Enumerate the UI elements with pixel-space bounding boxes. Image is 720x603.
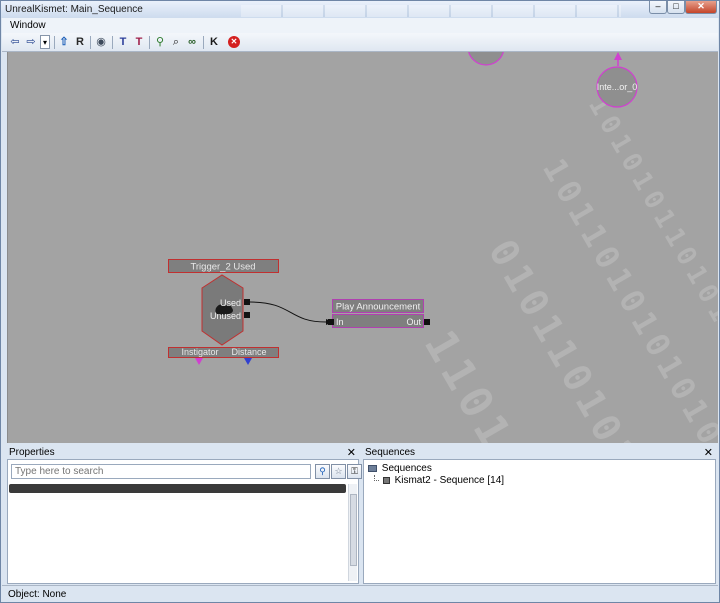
star-icon[interactable]: ☆ xyxy=(331,464,346,479)
properties-title: Properties xyxy=(9,447,55,458)
title-bar[interactable]: UnrealKismet: Main_Sequence – □ ✕ xyxy=(1,1,719,18)
graph-canvas[interactable]: 1010101101010 10110101010101 01011010101… xyxy=(7,52,718,443)
scrollbar-thumb[interactable] xyxy=(350,494,357,566)
sequences-panel-header: Sequences ✕ xyxy=(363,446,716,459)
property-category-bar[interactable] xyxy=(9,484,346,493)
back-icon[interactable]: ⇦ xyxy=(8,35,22,49)
tree-item-label: Kismat2 - Sequence [14] xyxy=(394,475,505,486)
event-node-title: Trigger_2 Used xyxy=(190,262,255,273)
stop-icon[interactable]: ✕ xyxy=(228,36,240,48)
output-connector-unused[interactable] xyxy=(244,312,250,318)
output-label-used: Used xyxy=(220,298,241,308)
toolbar-divider xyxy=(149,36,150,49)
properties-scrollbar[interactable] xyxy=(348,484,357,581)
menu-bar: Window xyxy=(2,18,718,33)
status-text: Object: None xyxy=(8,589,67,600)
close-icon[interactable]: ✕ xyxy=(347,446,356,459)
search-icon[interactable]: ⚲ xyxy=(315,464,330,479)
properties-search-input[interactable] xyxy=(11,464,311,479)
variable-node-partial[interactable] xyxy=(468,52,504,66)
folder-icon xyxy=(368,464,377,472)
parent-sequence-icon[interactable]: ⇧ xyxy=(57,35,71,49)
tree-connector-line xyxy=(374,475,379,481)
variable-node-label: Inte...or_0 xyxy=(597,82,638,92)
tree-item-kismat2[interactable]: Kismat2 - Sequence [14] xyxy=(374,475,504,486)
forward-icon[interactable]: ⇨ xyxy=(24,35,38,49)
action-node-title: Play Announcement xyxy=(336,302,421,313)
rename-icon[interactable]: R xyxy=(73,35,87,49)
sequences-title: Sequences xyxy=(365,447,416,458)
properties-panel: ⚲ ☆ ⚿ xyxy=(7,459,362,584)
graph-svg: Inte...or_0 Trigger_2 Used Used Unused I… xyxy=(168,52,638,366)
window-title: UnrealKismet: Main_Sequence xyxy=(5,4,143,15)
background-taskbar xyxy=(241,5,621,17)
output-label-out: Out xyxy=(406,317,421,327)
menu-window[interactable]: Window xyxy=(10,20,46,31)
variable-label-instigator: Instigator xyxy=(181,347,218,357)
output-connector-out[interactable] xyxy=(424,319,430,325)
variable-connector-instigator[interactable] xyxy=(195,358,203,365)
sequence-icon xyxy=(382,476,390,484)
toolbar-divider xyxy=(90,36,91,49)
history-dropdown-icon[interactable]: ▾ xyxy=(40,35,50,49)
kismet-window: UnrealKismet: Main_Sequence – □ ✕ Window… xyxy=(0,0,720,603)
variable-node-right[interactable]: Inte...or_0 xyxy=(596,52,638,108)
toolbar-divider xyxy=(112,36,113,49)
tree-item-label: Sequences xyxy=(381,463,432,474)
input-connector-in[interactable] xyxy=(328,319,334,325)
close-window-button[interactable]: ✕ xyxy=(685,1,717,14)
status-bar: Object: None xyxy=(2,585,718,602)
sequences-panel: Sequences Kismat2 - Sequence [14] xyxy=(363,459,716,584)
sequence-link[interactable] xyxy=(249,301,327,323)
lock-icon[interactable]: ⚿ xyxy=(347,464,362,479)
variable-connector-distance[interactable] xyxy=(244,358,252,365)
show-connectors-icon[interactable]: T xyxy=(132,35,146,49)
input-label-in: In xyxy=(336,317,344,327)
tree-item-root[interactable]: Sequences xyxy=(368,463,432,474)
kismet-icon[interactable]: K xyxy=(207,35,221,49)
output-connector-used[interactable] xyxy=(244,299,250,305)
search-icon[interactable]: ⚲ xyxy=(153,35,167,49)
variable-label-distance: Distance xyxy=(231,347,266,357)
properties-panel-header: Properties ✕ xyxy=(7,446,359,459)
link-icon[interactable]: ∞ xyxy=(185,35,199,49)
maximize-button[interactable]: □ xyxy=(667,1,685,14)
toolbar: ⇦ ⇨ ▾ ⇧ R ◉ T T ⚲ ⌕ ∞ K ✕ xyxy=(2,33,718,52)
view-icon[interactable]: ◉ xyxy=(94,35,108,49)
toolbar-divider xyxy=(54,36,55,49)
toolbar-divider xyxy=(203,36,204,49)
zoom-icon[interactable]: ⌕ xyxy=(169,35,183,49)
minimize-button[interactable]: – xyxy=(649,1,667,14)
action-node-play-announcement[interactable]: Play Announcement In Out xyxy=(328,299,430,328)
hide-unused-icon[interactable]: T xyxy=(116,35,130,49)
event-node-trigger[interactable]: Trigger_2 Used Used Unused Instigator Di… xyxy=(168,259,279,366)
output-label-unused: Unused xyxy=(210,311,241,321)
close-icon[interactable]: ✕ xyxy=(704,446,713,459)
